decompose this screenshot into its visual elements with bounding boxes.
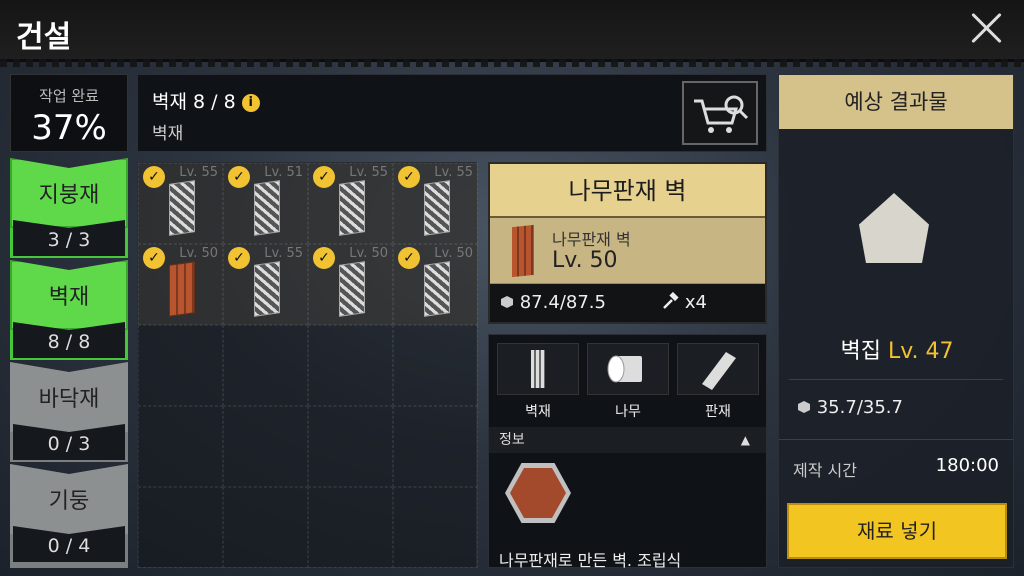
progress-panel: 작업 완료 37% xyxy=(10,74,128,152)
grid-item[interactable]: ✓ Lv. 55 xyxy=(393,163,478,244)
item-level: Lv. 55 xyxy=(434,165,473,180)
category-label: 벽재 xyxy=(10,260,128,330)
craft-time-label: 제작 시간 xyxy=(793,461,857,480)
result-header: 예상 결과물 xyxy=(779,75,1013,129)
detail-name: 나무판재 벽 xyxy=(552,230,631,249)
craft-time-value: 180:00 xyxy=(935,455,999,476)
category-label: 바닥재 xyxy=(10,362,128,432)
detail-level: Lv. 50 xyxy=(552,248,618,273)
item-level: Lv. 55 xyxy=(264,246,303,261)
progress-label: 작업 완료 xyxy=(39,87,99,105)
close-icon[interactable] xyxy=(968,10,1004,46)
check-icon: ✓ xyxy=(228,166,250,188)
item-level: Lv. 51 xyxy=(264,165,303,180)
materials-panel: 벽재 나무 판재 정보 ▲ 나무판재로 만든 벽. 조립식 xyxy=(488,334,767,570)
add-materials-button[interactable]: 재료 넣기 xyxy=(787,503,1007,559)
item-level: Lv. 55 xyxy=(179,165,218,180)
grid-item[interactable]: ✓ Lv. 51 xyxy=(223,163,308,244)
info-icon[interactable]: i xyxy=(241,94,260,112)
stone-wall-icon xyxy=(339,180,365,236)
grid-slot[interactable] xyxy=(223,406,308,487)
category-wall[interactable]: 벽재 8 / 8 xyxy=(10,260,128,360)
grid-item[interactable]: ✓ Lv. 55 xyxy=(308,163,393,244)
selection-subtitle: 벽재 xyxy=(152,124,184,144)
grid-slot[interactable] xyxy=(308,325,393,406)
shop-search-icon xyxy=(694,95,749,133)
check-icon: ✓ xyxy=(143,166,165,188)
top-bar: 건설 xyxy=(0,0,1024,67)
material-slot[interactable]: 나무 xyxy=(587,343,669,421)
info-section-toggle[interactable]: 정보 ▲ xyxy=(489,427,766,453)
page-title: 건설 xyxy=(16,20,72,55)
grid-item[interactable]: ✓ Lv. 55 xyxy=(138,163,223,244)
material-label: 나무 xyxy=(615,404,641,420)
detail-title: 나무판재 벽 xyxy=(490,164,765,218)
check-icon: ✓ xyxy=(398,247,420,269)
durability-icon xyxy=(798,401,810,413)
material-slot[interactable]: 벽재 xyxy=(497,343,579,421)
category-floor[interactable]: 바닥재 0 / 3 xyxy=(10,362,128,462)
result-name: 벽집 xyxy=(840,339,881,364)
category-pillar[interactable]: 기둥 0 / 4 xyxy=(10,464,128,568)
grid-item[interactable]: ✓ Lv. 50 xyxy=(308,244,393,325)
stone-wall-icon xyxy=(254,261,280,317)
grid-item[interactable]: ✓ Lv. 50 xyxy=(393,244,478,325)
item-level: Lv. 50 xyxy=(179,246,218,261)
item-level: Lv. 55 xyxy=(349,165,388,180)
category-label: 지붕재 xyxy=(10,158,128,228)
material-slot[interactable]: 판재 xyxy=(677,343,759,421)
selection-title: 벽재 8 / 8 xyxy=(152,91,236,113)
result-level: Lv. 47 xyxy=(887,339,954,364)
result-panel: 예상 결과물 벽집 Lv. 47 35.7/35.7 제작 시간 180:00 … xyxy=(778,74,1014,568)
check-icon: ✓ xyxy=(398,166,420,188)
durability-icon xyxy=(501,296,513,308)
hammer-icon xyxy=(663,291,679,309)
collapse-icon: ▲ xyxy=(740,433,750,447)
stone-wall-icon xyxy=(424,180,450,236)
grid-slot[interactable] xyxy=(138,487,223,568)
item-detail-card: 나무판재 벽 나무판재 벽 Lv. 50 87.4/87.5 x4 xyxy=(488,162,767,324)
log-icon xyxy=(607,355,642,383)
wood-wall-icon xyxy=(512,224,534,278)
plank-icon xyxy=(702,352,736,390)
material-label: 판재 xyxy=(705,404,731,420)
wood-wall-icon xyxy=(169,261,195,317)
item-grid: ✓ Lv. 55 ✓ Lv. 51 ✓ Lv. 55 ✓ Lv. 55 ✓ Lv. 50 … xyxy=(137,162,478,568)
grid-item[interactable]: ✓ Lv. 50 xyxy=(138,244,223,325)
item-level: Lv. 50 xyxy=(349,246,388,261)
grid-slot[interactable] xyxy=(393,487,478,568)
item-description: 나무판재로 만든 벽. 조립식 xyxy=(499,551,682,570)
wall-material-icon xyxy=(531,350,545,388)
progress-percent: 37% xyxy=(31,108,107,148)
grid-slot[interactable] xyxy=(223,487,308,568)
category-label: 기둥 xyxy=(10,464,128,534)
grid-slot[interactable] xyxy=(308,406,393,487)
stone-wall-icon xyxy=(339,261,365,317)
tent-icon xyxy=(859,193,929,263)
result-durability: 35.7/35.7 xyxy=(816,397,903,418)
item-level: Lv. 50 xyxy=(434,246,473,261)
grid-item[interactable]: ✓ Lv. 55 xyxy=(223,244,308,325)
check-icon: ✓ xyxy=(143,247,165,269)
stone-wall-icon xyxy=(424,261,450,317)
info-label: 정보 xyxy=(499,432,525,448)
grid-slot[interactable] xyxy=(308,487,393,568)
check-icon: ✓ xyxy=(228,247,250,269)
grid-slot[interactable] xyxy=(138,406,223,487)
grid-slot[interactable] xyxy=(393,325,478,406)
category-roof[interactable]: 지붕재 3 / 3 xyxy=(10,158,128,258)
item-hex-icon xyxy=(505,463,571,523)
material-label: 벽재 xyxy=(525,404,551,420)
stone-wall-icon xyxy=(254,180,280,236)
check-icon: ✓ xyxy=(313,166,335,188)
grid-slot[interactable] xyxy=(393,406,478,487)
stone-wall-icon xyxy=(169,180,195,236)
detail-durability: 87.4/87.5 xyxy=(519,292,606,313)
shop-search-button[interactable] xyxy=(682,81,758,145)
selection-header: 벽재 8 / 8 i 벽재 xyxy=(137,74,767,152)
grid-slot[interactable] xyxy=(223,325,308,406)
check-icon: ✓ xyxy=(313,247,335,269)
detail-uses: x4 xyxy=(684,292,707,313)
grid-slot[interactable] xyxy=(138,325,223,406)
